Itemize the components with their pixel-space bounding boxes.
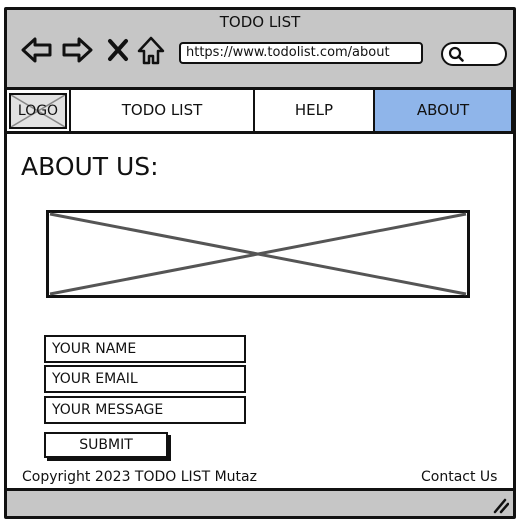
page-title: ABOUT US: xyxy=(21,152,159,181)
home-icon[interactable] xyxy=(135,35,167,65)
nav-item-about[interactable]: ABOUT xyxy=(373,90,513,131)
search-field[interactable] xyxy=(441,42,507,66)
window-title: TODO LIST xyxy=(219,13,301,31)
copyright-text: Copyright 2023 TODO LIST Mutaz xyxy=(22,469,257,485)
email-field[interactable]: YOUR EMAIL xyxy=(44,365,246,393)
browser-toolbar: TODO LIST https://www.todolist.com/about xyxy=(7,10,513,90)
logo[interactable]: LOGO xyxy=(9,93,67,129)
browser-window: TODO LIST https://www.todolist.com/about… xyxy=(4,7,516,519)
url-input[interactable]: https://www.todolist.com/about xyxy=(179,42,423,64)
nav-item-todo-list[interactable]: TODO LIST xyxy=(69,90,253,131)
search-icon xyxy=(448,46,464,62)
name-field[interactable]: YOUR NAME xyxy=(44,335,246,363)
message-field[interactable]: YOUR MESSAGE xyxy=(44,396,246,424)
status-bar xyxy=(7,488,513,516)
close-icon[interactable] xyxy=(105,35,131,65)
logo-label: LOGO xyxy=(17,103,59,119)
resize-grip-icon[interactable] xyxy=(491,496,509,514)
site-navbar: LOGO TODO LIST HELP ABOUT xyxy=(7,90,513,134)
submit-button[interactable]: SUBMIT xyxy=(44,432,168,458)
contact-link[interactable]: Contact Us xyxy=(421,469,497,485)
nav-item-help[interactable]: HELP xyxy=(253,90,373,131)
forward-arrow-icon[interactable] xyxy=(61,35,93,65)
back-arrow-icon[interactable] xyxy=(21,35,53,65)
image-placeholder xyxy=(46,210,470,298)
